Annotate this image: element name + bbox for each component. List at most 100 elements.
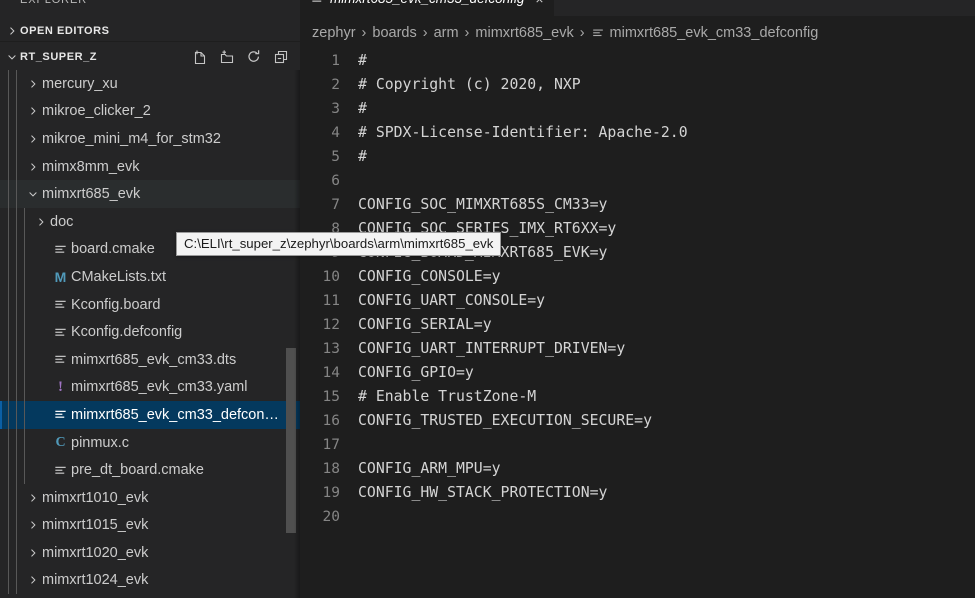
code-line[interactable]: 19CONFIG_HW_STACK_PROTECTION=y bbox=[300, 481, 975, 505]
indent-guide bbox=[16, 291, 24, 319]
tree-item-label: mikroe_clicker_2 bbox=[42, 103, 157, 119]
tree-folder-mimxrt1024-evk[interactable]: mimxrt1024_evk bbox=[0, 567, 300, 595]
code-line[interactable]: 11CONFIG_UART_CONSOLE=y bbox=[300, 289, 975, 313]
indent-guide bbox=[0, 456, 8, 484]
breadcrumb-item[interactable]: zephyr bbox=[312, 25, 356, 41]
tree-file-kconfig-board[interactable]: Kconfig.board bbox=[0, 291, 300, 319]
tree-folder-mikroe-mini-m4-for-stm32[interactable]: mikroe_mini_m4_for_stm32 bbox=[0, 125, 300, 153]
code-line[interactable]: 10CONFIG_CONSOLE=y bbox=[300, 265, 975, 289]
indent-guide bbox=[8, 401, 16, 429]
code-line[interactable]: 6 bbox=[300, 169, 975, 193]
tree-folder-mimxrt1020-evk[interactable]: mimxrt1020_evk bbox=[0, 539, 300, 567]
indent-guide bbox=[0, 153, 8, 181]
tree-file-mimxrt685-evk-cm33-dts[interactable]: mimxrt685_evk_cm33.dts bbox=[0, 346, 300, 374]
line-number: 2 bbox=[300, 73, 358, 97]
chevron-right-icon[interactable] bbox=[24, 547, 42, 559]
tree-file-kconfig-defconfig[interactable]: Kconfig.defconfig bbox=[0, 318, 300, 346]
breadcrumb-label: arm bbox=[434, 25, 459, 41]
section-open-editors[interactable]: OPEN EDITORS bbox=[0, 20, 300, 42]
indent-guides bbox=[0, 456, 32, 484]
code-line[interactable]: 14CONFIG_GPIO=y bbox=[300, 361, 975, 385]
text-file-icon bbox=[50, 407, 71, 422]
chevron-right-icon[interactable] bbox=[24, 574, 42, 586]
tree-file-mimxrt685-evk-cm33-defcon[interactable]: mimxrt685_evk_cm33_defcon… bbox=[0, 401, 300, 429]
code-line[interactable]: 15# Enable TrustZone-M bbox=[300, 385, 975, 409]
text-file-icon bbox=[50, 352, 71, 367]
indent-guide bbox=[16, 401, 24, 429]
indent-guides bbox=[0, 401, 32, 429]
text-file-icon bbox=[50, 297, 71, 312]
sidebar-scrollbar[interactable] bbox=[286, 348, 296, 533]
chevron-right-icon[interactable] bbox=[32, 216, 50, 228]
line-number: 20 bbox=[300, 505, 358, 529]
code-line[interactable]: 12CONFIG_SERIAL=y bbox=[300, 313, 975, 337]
indent-guides bbox=[0, 70, 24, 98]
close-icon[interactable]: × bbox=[535, 0, 543, 6]
tree-file-pre-dt-board-cmake[interactable]: pre_dt_board.cmake bbox=[0, 456, 300, 484]
tree-file-cmakelists-txt[interactable]: MCMakeLists.txt bbox=[0, 263, 300, 291]
chevron-right-icon[interactable] bbox=[24, 492, 42, 504]
indent-guide bbox=[8, 429, 16, 457]
chevron-right-icon[interactable] bbox=[24, 78, 42, 90]
editor-tab-active[interactable]: mimxrt685_evk_cm33_defconfig × bbox=[300, 0, 555, 16]
indent-guide bbox=[8, 208, 16, 236]
new-file-icon[interactable] bbox=[192, 49, 208, 65]
tree-folder-mikroe-clicker-2[interactable]: mikroe_clicker_2 bbox=[0, 98, 300, 126]
code-line[interactable]: 4# SPDX-License-Identifier: Apache-2.0 bbox=[300, 121, 975, 145]
section-workspace-rt-super-z[interactable]: RT_SUPER_Z bbox=[0, 45, 300, 69]
indent-guide bbox=[8, 318, 16, 346]
code-line[interactable]: 1# bbox=[300, 49, 975, 73]
indent-guide bbox=[16, 346, 24, 374]
tree-item-label: board.cmake bbox=[71, 241, 161, 257]
refresh-icon[interactable] bbox=[246, 49, 262, 65]
chevron-right-icon[interactable] bbox=[24, 105, 42, 117]
tree-file-pinmux-c[interactable]: Cpinmux.c bbox=[0, 429, 300, 457]
indent-guide bbox=[0, 567, 8, 595]
code-line[interactable]: 17 bbox=[300, 433, 975, 457]
chevron-down-icon[interactable] bbox=[24, 188, 42, 200]
tree-folder-mimxrt1010-evk[interactable]: mimxrt1010_evk bbox=[0, 484, 300, 512]
indent-guide bbox=[0, 512, 8, 540]
code-line[interactable]: 7CONFIG_SOC_MIMXRT685S_CM33=y bbox=[300, 193, 975, 217]
file-tree[interactable]: mercury_xu mikroe_clicker_2 mikroe_mini_m4… bbox=[0, 70, 300, 598]
tree-file-mimxrt685-evk-cm33-yaml[interactable]: !mimxrt685_evk_cm33.yaml bbox=[0, 374, 300, 402]
chevron-right-icon[interactable] bbox=[24, 161, 42, 173]
chevron-right-icon[interactable] bbox=[24, 519, 42, 531]
indent-guide bbox=[8, 374, 16, 402]
indent-guide bbox=[8, 484, 16, 512]
code-line[interactable]: 13CONFIG_UART_INTERRUPT_DRIVEN=y bbox=[300, 337, 975, 361]
collapse-all-icon[interactable] bbox=[273, 49, 289, 65]
indent-guide bbox=[0, 263, 8, 291]
code-line[interactable]: 18CONFIG_ARM_MPU=y bbox=[300, 457, 975, 481]
breadcrumb-item[interactable]: boards bbox=[372, 25, 416, 41]
tree-item-label: mimxrt685_evk bbox=[42, 186, 146, 202]
tree-item-label: mikroe_mini_m4_for_stm32 bbox=[42, 131, 227, 147]
tree-folder-mimxrt1015-evk[interactable]: mimxrt1015_evk bbox=[0, 512, 300, 540]
indent-guide bbox=[24, 401, 32, 429]
code-line[interactable]: 5# bbox=[300, 145, 975, 169]
code-line[interactable]: 3# bbox=[300, 97, 975, 121]
line-text: # bbox=[358, 145, 367, 169]
breadcrumb-item[interactable]: arm bbox=[434, 25, 459, 41]
indent-guide bbox=[8, 180, 16, 208]
line-number: 15 bbox=[300, 385, 358, 409]
breadcrumb-item[interactable]: mimxrt685_evk bbox=[475, 25, 573, 41]
tree-folder-mimx8mm-evk[interactable]: mimx8mm_evk bbox=[0, 153, 300, 181]
tree-folder-mimxrt685-evk[interactable]: mimxrt685_evk bbox=[0, 180, 300, 208]
code-line[interactable]: 2# Copyright (c) 2020, NXP bbox=[300, 73, 975, 97]
text-file-icon bbox=[50, 325, 71, 340]
tree-folder-mercury-xu[interactable]: mercury_xu bbox=[0, 70, 300, 98]
code-line[interactable]: 16CONFIG_TRUSTED_EXECUTION_SECURE=y bbox=[300, 409, 975, 433]
indent-guide bbox=[0, 401, 8, 429]
editor-tab-label: mimxrt685_evk_cm33_defconfig bbox=[330, 0, 524, 6]
code-line[interactable]: 20 bbox=[300, 505, 975, 529]
breadcrumb-item[interactable]: mimxrt685_evk_cm33_defconfig bbox=[591, 25, 819, 41]
chevron-right-icon[interactable] bbox=[24, 133, 42, 145]
code-editor-content[interactable]: 1#2# Copyright (c) 2020, NXP3#4# SPDX-Li… bbox=[300, 49, 975, 598]
indent-guide bbox=[0, 346, 8, 374]
breadcrumb[interactable]: zephyr›boards›arm›mimxrt685_evk›mimxrt68… bbox=[300, 17, 975, 49]
chevron-right-icon bbox=[4, 23, 20, 39]
new-folder-icon[interactable] bbox=[219, 49, 235, 65]
indent-guides bbox=[0, 153, 24, 181]
line-text: CONFIG_TRUSTED_EXECUTION_SECURE=y bbox=[358, 409, 652, 433]
